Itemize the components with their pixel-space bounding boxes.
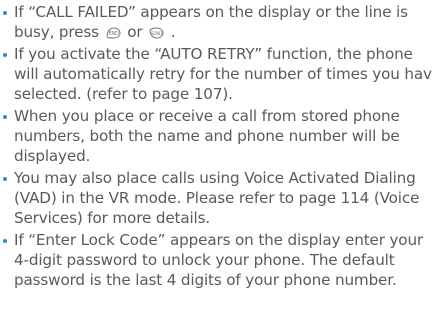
bullet-text: or	[127, 23, 143, 41]
bullet-line: If “Enter Lock Code” appears on the disp…	[14, 231, 424, 249]
bullet-line: will automatically retry for the number …	[14, 65, 432, 83]
end-key-icon: END	[105, 26, 122, 40]
bullet-line: When you place or receive a call from st…	[14, 107, 400, 125]
bullet-dot	[3, 53, 7, 57]
bullet-line: Services) for more details.	[14, 209, 211, 227]
bullet-dot	[3, 11, 7, 15]
svg-text:END: END	[108, 31, 119, 37]
bullet-line: If “CALL FAILED” appears on the display …	[14, 3, 408, 21]
bullet-dot	[3, 115, 7, 119]
bullet-line: numbers, both the name and phone number …	[14, 127, 400, 145]
bullet-line: You may also place calls using Voice Act…	[14, 169, 416, 187]
bullet-line: busy, press END or SEND .	[14, 22, 176, 42]
bullet-line: If you activate the “AUTO RETRY” functio…	[14, 45, 413, 63]
svg-text:SEND: SEND	[151, 31, 164, 37]
bullet-line: selected. (refer to page 107).	[14, 85, 233, 103]
send-key-icon: SEND	[148, 26, 165, 40]
bullet-text: busy, press	[14, 23, 99, 41]
bullet-text: .	[170, 23, 176, 41]
bullet-line: (VAD) in the VR mode. Please refer to pa…	[14, 189, 420, 207]
bullet-line: displayed.	[14, 147, 91, 165]
bullet-dot	[3, 177, 7, 181]
bullet-line: 4-digit password to unlock your phone. T…	[14, 251, 395, 269]
bullet-dot	[3, 239, 7, 243]
bullet-line: password is the last 4 digits of your ph…	[14, 271, 397, 289]
